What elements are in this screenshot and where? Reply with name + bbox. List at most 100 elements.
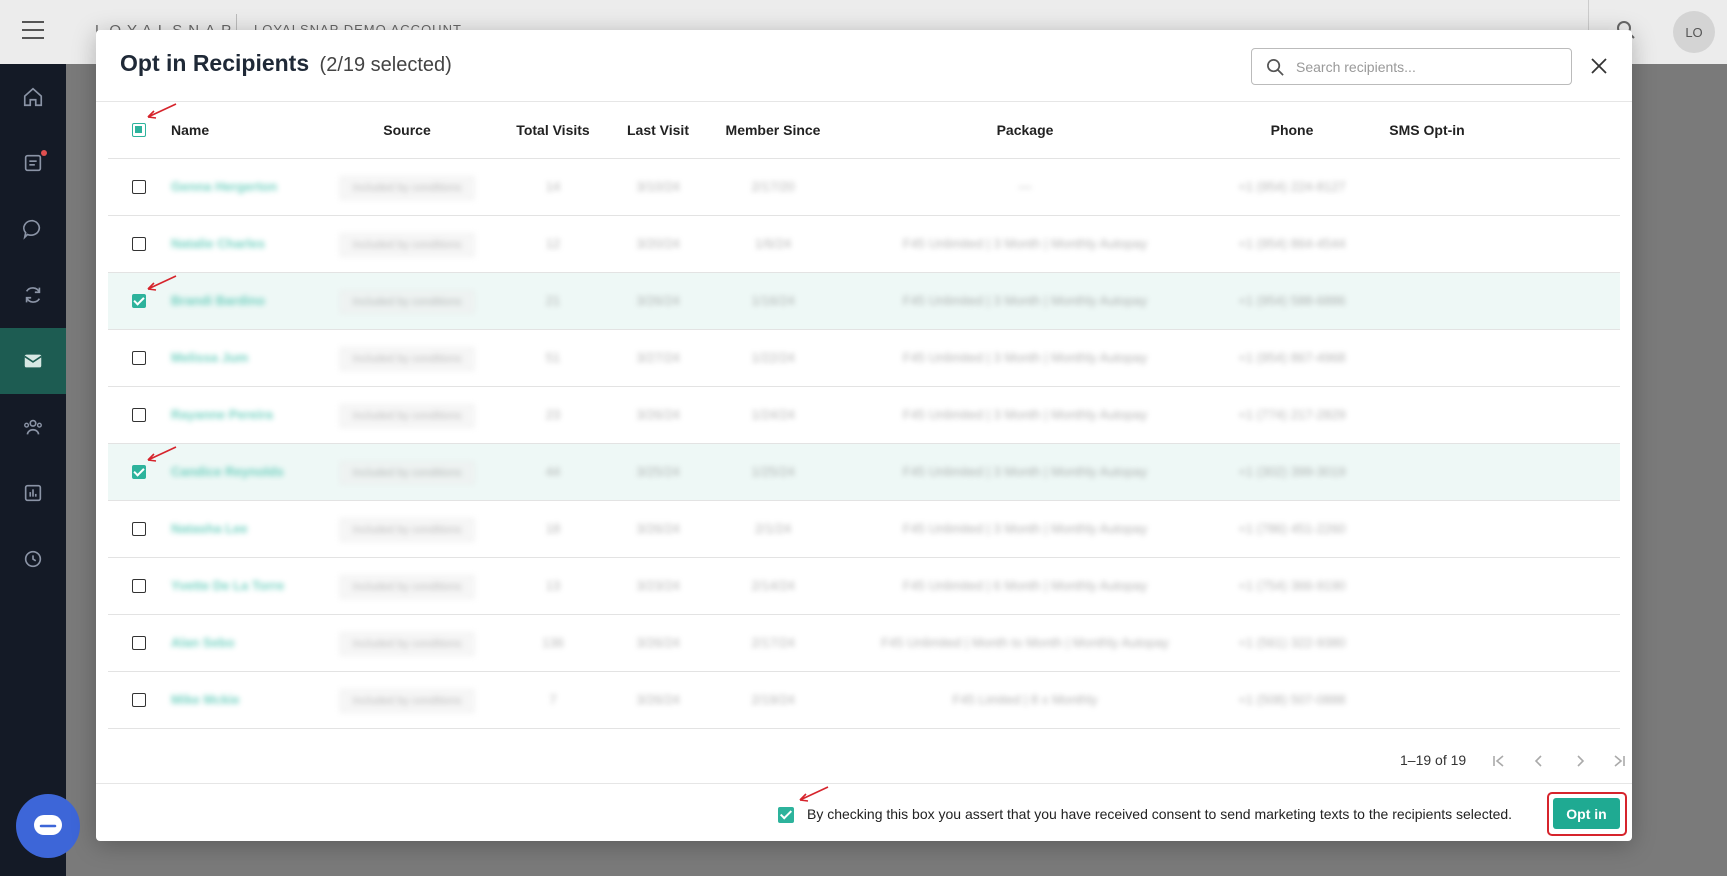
source-badge: Included by conditions [339,558,475,614]
recipient-name-link[interactable]: Genna Hergerton [171,159,277,215]
select-all-checkbox[interactable] [132,123,146,137]
recipient-name-link[interactable]: Melissa Jum [171,330,248,386]
table-row[interactable]: Candice Reynolds Included by conditions 44… [108,444,1620,501]
table-row[interactable]: Alan Sebo Included by conditions 136 3/26/2… [108,615,1620,672]
recipient-name-link[interactable]: Candice Reynolds [171,444,284,500]
home-icon[interactable] [0,64,66,130]
table-row[interactable]: Melissa Jum Included by conditions 51 3/27/… [108,330,1620,387]
people-icon[interactable] [0,394,66,460]
row-checkbox[interactable] [132,294,146,308]
row-checkbox[interactable] [132,351,146,365]
row-checkbox[interactable] [132,180,146,194]
dialog-footer: By checking this box you assert that you… [96,783,1632,841]
phone: +1 (508) 507-0888 [1238,692,1346,707]
close-button[interactable] [1587,54,1611,78]
annotation-arrow-icon [147,446,177,462]
recipient-name-link[interactable]: Brandi Bardino [171,273,265,329]
chevron-left-icon [1534,755,1542,767]
recipients-table: Name Source Total Visits Last Visit Memb… [108,102,1620,729]
package: F45 Unlimited | 3 Month | Monthly Autopa… [902,293,1148,308]
row-checkbox[interactable] [132,693,146,707]
source-text: Included by conditions [339,575,475,599]
table-row[interactable]: Natasha Lee Included by conditions 18 3/26/… [108,501,1620,558]
phone: +1 (954) 224-8127 [1238,179,1346,194]
column-header-phone[interactable]: Phone [1271,102,1314,159]
source-badge: Included by conditions [339,159,475,215]
table-row[interactable]: Yvette De La Torre Included by conditions… [108,558,1620,615]
total-visits: 21 [545,293,561,308]
last-visit: 3/25/24 [636,464,680,479]
dialog-title-text: Opt in Recipients [120,50,310,76]
chat-icon[interactable] [0,196,66,262]
avatar[interactable]: LO [1673,11,1715,53]
table-row[interactable]: Rayanne Pereira Included by conditions 23 3… [108,387,1620,444]
recipient-name-link[interactable]: Yvette De La Torre [171,558,284,614]
last-visit: 3/10/24 [636,179,680,194]
search-box[interactable] [1251,48,1572,85]
total-visits: 136 [542,635,564,650]
member-since: 1/22/24 [751,350,795,365]
first-page-button[interactable] [1489,751,1509,771]
member-since: 2/1/24 [754,521,792,536]
recipient-name-link[interactable]: Mike Mckie [171,672,240,728]
table-row[interactable]: Natalie Charles Included by conditions 12 3… [108,216,1620,273]
table-row[interactable]: Mike Mckie Included by conditions 7 3/26/24… [108,672,1620,729]
column-header-member-since[interactable]: Member Since [726,102,821,159]
member-since: 1/16/24 [751,293,795,308]
row-checkbox[interactable] [132,579,146,593]
table-row[interactable]: Genna Hergerton Included by conditions 14 3… [108,159,1620,216]
package: F45 Unlimited | 3 Month | Monthly Autopa… [902,407,1148,422]
row-checkbox[interactable] [132,408,146,422]
row-checkbox[interactable] [132,522,146,536]
column-header-source[interactable]: Source [383,102,430,159]
column-header-sms-opt-in[interactable]: SMS Opt-in [1389,102,1464,159]
dialog-title: Opt in Recipients (2/19 selected) [120,50,452,77]
consent-checkbox[interactable] [778,807,794,823]
table-body: Genna Hergerton Included by conditions 14 3… [108,159,1620,729]
source-text: Included by conditions [339,176,475,200]
previous-page-button[interactable] [1529,751,1549,771]
source-text: Included by conditions [339,632,475,656]
row-checkbox[interactable] [132,465,146,479]
menu-icon[interactable] [22,21,44,39]
consent-text: By checking this box you assert that you… [807,806,1513,822]
last-visit: 3/23/24 [636,578,680,593]
column-header-package[interactable]: Package [997,102,1054,159]
last-page-icon [1614,755,1625,767]
selected-count: (2/19 selected) [319,54,452,76]
table-row[interactable]: Brandi Bardino Included by conditions 21 3/… [108,273,1620,330]
package: F45 Unlimited | Month to Month | Monthly… [881,635,1169,650]
pagination-range: 1–19 of 19 [1400,752,1467,768]
column-header-total-visits[interactable]: Total Visits [516,102,589,159]
column-header-last-visit[interactable]: Last Visit [627,102,689,159]
source-text: Included by conditions [339,404,475,428]
chat-support-button[interactable] [16,794,80,858]
package: — [1018,179,1032,194]
tasks-icon[interactable] [0,130,66,196]
package: F45 Unlimited | 3 Month | Monthly Autopa… [902,521,1148,536]
last-page-button[interactable] [1609,751,1629,771]
refresh-icon[interactable] [0,262,66,328]
row-checkbox[interactable] [132,636,146,650]
mail-icon[interactable] [0,328,66,394]
source-badge: Included by conditions [339,615,475,671]
total-visits: 18 [545,521,561,536]
source-text: Included by conditions [339,290,475,314]
phone: +1 (302) 399-3019 [1238,464,1346,479]
history-icon[interactable] [0,526,66,592]
total-visits: 23 [545,407,561,422]
recipient-name-link[interactable]: Alan Sebo [171,615,235,671]
row-checkbox[interactable] [132,237,146,251]
annotation-arrow-icon [147,275,177,291]
recipient-name-link[interactable]: Natasha Lee [171,501,248,557]
recipient-name-link[interactable]: Rayanne Pereira [171,387,273,443]
opt-in-recipients-dialog: Opt in Recipients (2/19 selected) Name S… [96,30,1632,841]
phone: +1 (786) 451-2260 [1238,521,1346,536]
chart-icon[interactable] [0,460,66,526]
search-input[interactable] [1296,55,1561,79]
phone: +1 (954) 588-6886 [1238,293,1346,308]
opt-in-button[interactable]: Opt in [1553,798,1620,829]
recipient-name-link[interactable]: Natalie Charles [171,216,265,272]
table-header: Name Source Total Visits Last Visit Memb… [108,102,1620,159]
next-page-button[interactable] [1570,751,1590,771]
